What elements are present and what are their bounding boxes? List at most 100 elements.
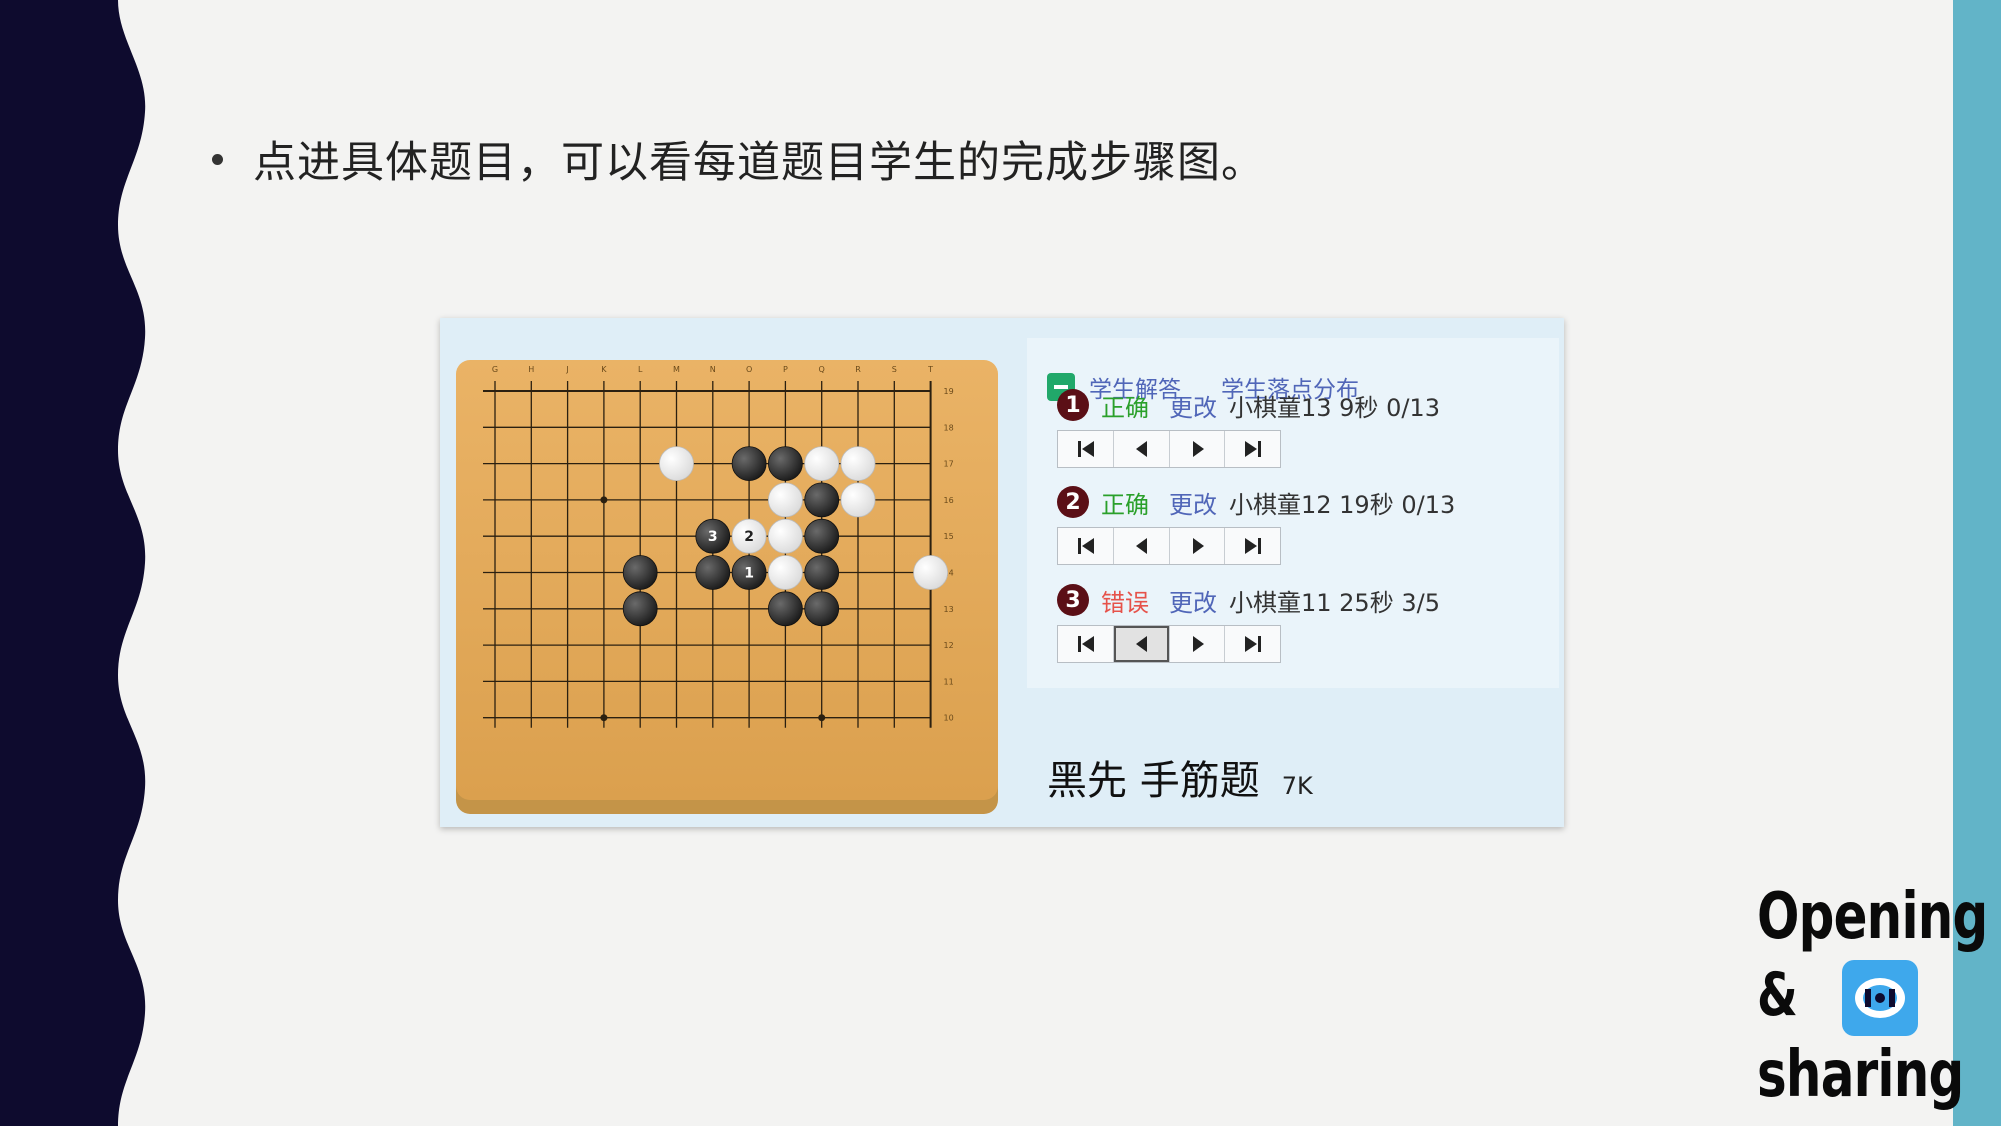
prev-move-button[interactable] <box>1113 626 1170 662</box>
problem-title-text: 黑先 手筋题 <box>1047 758 1260 804</box>
bullet-item: 点进具体题目，可以看每道题目学生的完成步骤图。 <box>212 128 1265 190</box>
white-stone <box>767 518 803 554</box>
black-stone <box>767 591 803 627</box>
playback-controls <box>1057 430 1281 468</box>
column-label: O <box>746 365 752 374</box>
prev-move-icon <box>1135 636 1147 652</box>
white-stone <box>840 446 876 482</box>
answer-number-badge: 1 <box>1057 389 1089 421</box>
bullet-dot <box>212 153 223 165</box>
black-stone: 1 <box>731 555 767 590</box>
first-move-icon <box>1078 538 1094 554</box>
row-label: 19 <box>944 387 954 396</box>
move-number-label: 1 <box>744 566 754 582</box>
problem-title: 黑先 手筋题 7K <box>1047 748 1313 806</box>
column-label: T <box>927 365 933 374</box>
row-label: 12 <box>944 641 954 650</box>
change-link[interactable]: 更改 <box>1169 583 1217 618</box>
app-logo-icon <box>1842 960 1918 1036</box>
black-stone <box>731 446 767 482</box>
white-stone <box>804 446 840 482</box>
answer-number-badge: 3 <box>1057 584 1089 616</box>
last-move-icon <box>1245 441 1262 457</box>
white-stone <box>767 555 803 590</box>
student-info: 小棋童12 19秒 0/13 <box>1229 490 1456 519</box>
white-stone <box>767 482 803 518</box>
column-label: P <box>783 365 788 374</box>
last-move-button[interactable] <box>1225 528 1280 564</box>
row-label: 13 <box>944 605 954 614</box>
opening-sharing-logo: Opening & sharing <box>1750 880 1988 1120</box>
last-move-icon <box>1245 538 1262 554</box>
change-link[interactable]: 更改 <box>1169 485 1217 520</box>
last-move-button[interactable] <box>1225 626 1280 662</box>
logo-word-opening: Opening <box>1757 880 1988 954</box>
playback-controls <box>1057 625 1281 663</box>
logo-ampersand: & <box>1757 960 1798 1030</box>
white-stone <box>913 555 949 590</box>
go-board: G H J K L M N O P Q R S T19181716151413121110 123 <box>456 360 998 814</box>
last-move-icon <box>1245 636 1262 652</box>
black-stone <box>804 482 840 518</box>
answer-entry-header: 2 正确 更改 小棋童12 19秒 0/13 <box>1057 485 1455 519</box>
column-label: G <box>492 365 498 374</box>
problem-level: 7K <box>1281 772 1313 800</box>
column-label: N <box>710 365 716 374</box>
prev-move-icon <box>1135 441 1147 457</box>
next-move-icon <box>1192 441 1204 457</box>
white-stone <box>659 446 694 482</box>
answer-entry: 2 正确 更改 小棋童12 19秒 0/13 <box>1057 485 1455 565</box>
star-point <box>600 714 608 722</box>
star-point <box>600 496 608 504</box>
logo-word-sharing: sharing <box>1757 1038 1964 1112</box>
answer-panel: 学生解答 学生落点分布 1 正确 更改 小棋童13 9秒 0/13 2 正确 更改 小棋童12… <box>1027 338 1559 814</box>
student-info: 小棋童11 25秒 3/5 <box>1229 588 1440 617</box>
next-move-button[interactable] <box>1169 528 1226 564</box>
black-stone <box>767 446 803 482</box>
white-stone <box>840 482 876 518</box>
row-label: 15 <box>944 532 954 541</box>
black-stone <box>695 555 731 590</box>
answer-entry: 3 错误 更改 小棋童11 25秒 3/5 <box>1057 583 1440 663</box>
black-stone <box>804 555 840 590</box>
move-number-label: 3 <box>708 529 718 545</box>
student-info: 小棋童13 9秒 0/13 <box>1229 393 1440 422</box>
first-move-button[interactable] <box>1058 626 1114 662</box>
column-label: H <box>528 365 534 374</box>
answer-entry-header: 1 正确 更改 小棋童13 9秒 0/13 <box>1057 388 1440 422</box>
student-answers-box: 学生解答 学生落点分布 1 正确 更改 小棋童13 9秒 0/13 2 正确 更改 小棋童12… <box>1027 338 1559 688</box>
black-stone <box>804 518 840 554</box>
next-move-icon <box>1192 636 1204 652</box>
row-label: 16 <box>944 496 954 505</box>
column-label: L <box>638 365 643 374</box>
last-move-button[interactable] <box>1225 431 1280 467</box>
prev-move-icon <box>1135 538 1147 554</box>
change-link[interactable]: 更改 <box>1169 388 1217 423</box>
next-move-button[interactable] <box>1169 626 1226 662</box>
next-move-icon <box>1192 538 1204 554</box>
column-label: K <box>601 365 607 374</box>
first-move-button[interactable] <box>1058 528 1114 564</box>
row-label: 10 <box>944 714 954 723</box>
column-label: J <box>565 365 568 374</box>
answer-status: 正确 <box>1101 393 1149 422</box>
answer-entry: 1 正确 更改 小棋童13 9秒 0/13 <box>1057 388 1440 468</box>
answer-number-badge: 2 <box>1057 486 1089 518</box>
prev-move-button[interactable] <box>1113 431 1170 467</box>
move-number-label: 2 <box>744 529 754 545</box>
bullet-text: 点进具体题目，可以看每道题目学生的完成步骤图。 <box>253 138 1265 188</box>
next-move-button[interactable] <box>1169 431 1226 467</box>
first-move-button[interactable] <box>1058 431 1114 467</box>
black-stone: 3 <box>695 518 731 554</box>
column-label: M <box>673 365 680 374</box>
embedded-screenshot: G H J K L M N O P Q R S T 19 18 17 16 15 14 13 12 11 10 123 学生… <box>440 318 1564 827</box>
first-move-icon <box>1078 636 1094 652</box>
row-label: 11 <box>944 677 954 686</box>
white-stone: 2 <box>731 518 767 554</box>
prev-move-button[interactable] <box>1113 528 1170 564</box>
answer-entry-header: 3 错误 更改 小棋童11 25秒 3/5 <box>1057 583 1440 617</box>
column-label: Q <box>819 365 825 374</box>
answer-status: 正确 <box>1101 490 1149 519</box>
column-label: S <box>892 365 897 374</box>
answer-status: 错误 <box>1101 588 1149 617</box>
